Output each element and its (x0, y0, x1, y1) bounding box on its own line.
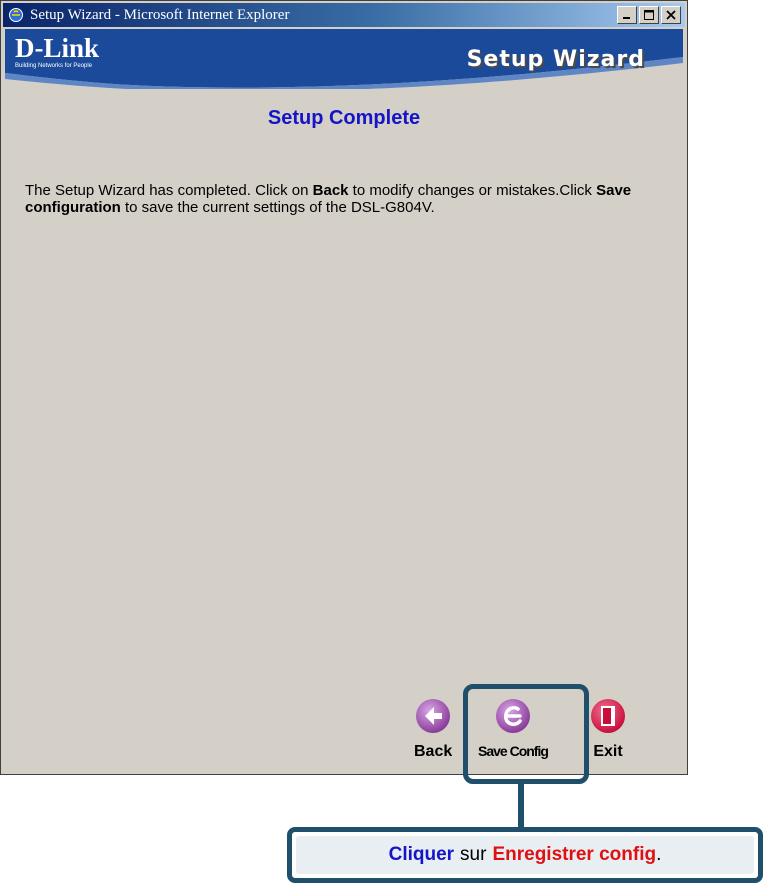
message-text-1: The Setup Wizard has completed. Click on (25, 182, 313, 199)
header-title: Setup Wizard (466, 47, 645, 72)
minimize-icon (623, 17, 630, 19)
left-arrow-icon (416, 699, 451, 733)
title-bar: Setup Wizard - Microsoft Internet Explor… (3, 3, 685, 27)
internet-explorer-icon (7, 6, 25, 24)
close-icon (666, 10, 676, 20)
close-button[interactable] (661, 6, 681, 24)
browser-window: Setup Wizard - Microsoft Internet Explor… (0, 0, 688, 775)
callout-target: Enregistrer config (492, 844, 657, 865)
callout-verb: Cliquer (388, 844, 455, 865)
window-title: Setup Wizard - Microsoft Internet Explor… (30, 6, 290, 23)
minimize-button[interactable] (617, 6, 637, 24)
completion-message: The Setup Wizard has completed. Click on… (25, 182, 665, 216)
exit-label: Exit (593, 743, 623, 760)
back-label: Back (414, 743, 453, 760)
message-text-3: to save the current settings of the DSL-… (120, 199, 435, 216)
save-config-highlight (463, 684, 589, 784)
back-button[interactable]: Back (414, 697, 452, 761)
message-text-2: to modify changes or mistakes.Click (348, 182, 597, 199)
page-title: Setup Complete (267, 107, 421, 129)
callout-content: Cliquer sur Enregistrer config. (296, 836, 754, 874)
maximize-icon (644, 10, 654, 20)
callout-connector (518, 784, 524, 830)
window-controls (617, 6, 681, 24)
logo-tagline: Building Networks for People (15, 63, 93, 69)
logo-text: D-Link (15, 33, 100, 63)
message-bold-back: Back (312, 182, 349, 199)
callout-period: . (656, 844, 662, 865)
instruction-callout: Cliquer sur Enregistrer config. (287, 827, 763, 883)
exit-door-icon (591, 699, 625, 733)
exit-button[interactable]: Exit (589, 697, 627, 761)
callout-middle: sur (460, 844, 487, 865)
dlink-logo: D-Link Building Networks for People (15, 33, 100, 70)
dlink-header: D-Link Building Networks for People Setu… (5, 29, 683, 89)
maximize-button[interactable] (639, 6, 659, 24)
